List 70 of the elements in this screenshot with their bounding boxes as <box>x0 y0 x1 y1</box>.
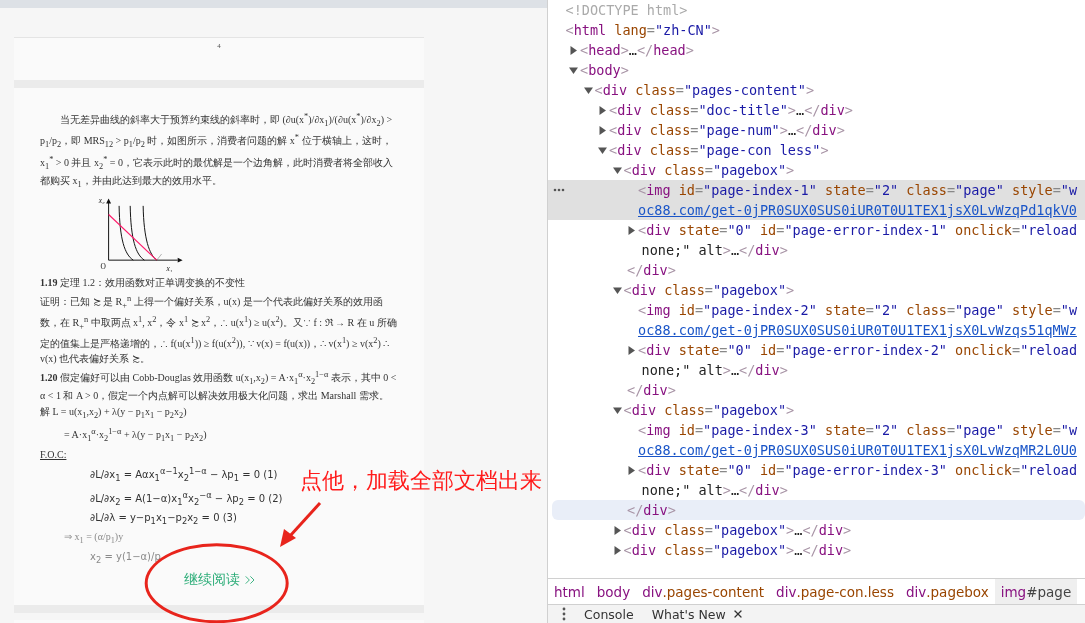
caret-right-icon[interactable] <box>627 345 636 355</box>
caret-right-icon[interactable] <box>612 525 622 535</box>
code-line[interactable]: none;" alt>…</div> <box>641 360 788 380</box>
code-line[interactable]: <div class="pagebox"> <box>623 280 795 300</box>
code-line[interactable]: <div class="pages-content"> <box>594 80 814 100</box>
formula: ∂L/∂x$_{2}$ = A(1−α)x$_{1}$$^{α}$x$_{2}$$^{−α}$ − λp$_{2}$ = 0 (2) <box>89 488 283 509</box>
code-line[interactable]: <head>…</head> <box>580 40 694 60</box>
breadcrumb-item[interactable]: div.pagebox <box>899 579 995 604</box>
code-line[interactable]: <div class="pagebox">…</div> <box>623 520 852 540</box>
caret-right-icon[interactable] <box>569 45 578 55</box>
indifference-curve <box>118 205 134 261</box>
formula: 解 L = u(x$_{1}$,x$_{2}$) + λ(y − p$_{1}$x$_{1}$ − p$_{2}$x$_{2}$) <box>40 405 187 422</box>
selected-row[interactable]: <img id="page-index-1" state="2" class="page" style="w oc88.com/get-0jPR0SUX0SUS0iUR0T0U1TEX1jsX0LvWzqPd1qkV0 <box>548 180 1085 220</box>
caret-down-icon[interactable] <box>598 145 607 155</box>
more-vertical-icon[interactable] <box>562 607 566 621</box>
caret-right-icon[interactable] <box>598 125 607 135</box>
url-link[interactable]: oc88.com/get-0jPR0SUX0SUS0iUR0T0U1TEX1jsX0LvWzqMR2L0U0 <box>638 440 1077 460</box>
caret-right-icon[interactable] <box>627 225 636 235</box>
url-link[interactable]: oc88.com/get-0jPR0SUX0SUS0iUR0T0U1TEX1jsX0LvWzqs51qMWz <box>638 320 1077 340</box>
formula: x$_{2}$ = y(1−α)/p <box>89 550 161 567</box>
url-link[interactable]: oc88.com/get-0jPR0SUX0SUS0iUR0T0U1TEX1jsX0LvWzqPd1qkV0 <box>638 200 1077 220</box>
code-line[interactable]: <html lang="zh-CN"> <box>565 20 720 40</box>
caret-down-icon[interactable] <box>569 65 578 75</box>
code-line[interactable]: <div state="0" id="page-error-index-1" onclick="reload <box>638 220 1078 240</box>
caret-right-icon[interactable] <box>612 545 622 555</box>
formula: ⇒ x$_{1}$ = (α/p$_{1}$)y <box>63 530 124 547</box>
formula: ∂L/∂λ = y−p$_{1}$x$_{1}$−p$_{2}$x$_{2}$ = 0 (3) <box>89 511 237 528</box>
code-line[interactable]: <body> <box>580 60 629 80</box>
caret-right-icon[interactable] <box>598 105 607 115</box>
indifference-curve <box>129 205 145 261</box>
breadcrumb-item[interactable]: img#page <box>994 579 1078 604</box>
code-line[interactable]: <div class="page-num">…</div> <box>609 120 845 140</box>
breadcrumb-item[interactable]: html <box>548 579 591 604</box>
drawer-tab[interactable]: Console <box>584 606 634 622</box>
paragraph: 1.19 定理 1.2：效用函数对正单调变换的不变性 <box>40 275 245 290</box>
code-line[interactable]: none;" alt>…</div> <box>641 480 788 500</box>
code-line[interactable]: <img id="page-index-3" state="2" class="page" style="w <box>638 420 1078 440</box>
code-line[interactable]: <div class="pagebox"> <box>623 160 795 180</box>
budget-line <box>108 213 158 261</box>
breadcrumb-item[interactable]: div.pages-content <box>636 579 771 604</box>
formula: ∂L/∂x$_{1}$ = Aαx$_{1}$$^{α−1}$x$_{2}$$^{1−α}$ − λp$_{1}$ = 0 (1) <box>89 465 278 486</box>
caret-down-icon[interactable] <box>612 285 622 295</box>
paragraph: 1.20 假定偏好可以由 Cobb-Douglas 效用函数 u(x$_{1}$,x$_{2}$) = A·x$_{1}$$^{α}$·x$_{2}$$^{1−α}$ 表示，其中 0 < α < 1 和 A > 0，假定一个内点解可以解决效用极大化问题，求出 Marshall 需求。 <box>40 368 398 403</box>
paragraph: 当无差异曲线的斜率大于预算约束线的斜率时，即 (∂u(x$^{*}$)/∂x$_{1}$)/(∂u(x$^{*}$)/∂x$_{2}$) > p$_{1}$/p$_{2}$，即 MRS$_{12}$ > p$_{1}$/p$_{2}$ 时，如图所示，消费者问题的解 x$^{*}$ 位于横轴上，这时，x$_{1}$$^{*}$ > 0 并且 x$_{2}$$^{*}$ = 0，它表示此时的最优解是一个边角解，此时消费者将全部收入都购买 x$_{1}$，并由此达到最大的效用水平。 <box>40 111 394 191</box>
code-line[interactable]: </div> <box>627 260 676 280</box>
more-icon[interactable] <box>553 188 565 192</box>
code-line[interactable]: <img id="page-index-1" state="2" class="page" style="w <box>638 180 1078 200</box>
drawer-tab[interactable]: What's New <box>651 606 744 622</box>
code-line[interactable]: <div state="0" id="page-error-index-2" onclick="reload <box>638 340 1078 360</box>
code-line[interactable]: <div class="page-con less"> <box>609 140 829 160</box>
code-line[interactable]: <img id="page-index-2" state="2" class="page" style="w <box>638 300 1078 320</box>
code-line[interactable]: </div> <box>627 500 676 520</box>
code-line[interactable]: none;" alt>…</div> <box>641 240 788 260</box>
code-line[interactable]: <div class="pagebox"> <box>623 400 795 420</box>
code-line[interactable]: <div state="0" id="page-error-index-3" onclick="reload <box>638 460 1078 480</box>
code-line[interactable]: </div> <box>627 380 676 400</box>
paragraph: 证明：已知 ≿ 是 R$_{+}$$^{n}$ 上得一个偏好关系，u(x) 是一个代表此偏好关系的效用函数，在 R$_{+}$$^{n}$ 中取两点 x$^{1}$, x$^{2}$，令 x$^{1}$ ≿ x$^{2}$，∴ u(x$^{1}$) ≥ u(x$^{2}$)。又∵ f : ℜ → R 在 u 所确定的值集上是严格递增的，∴ f(u(x$^{1}$)) ≥ f(u(x$^{2}$)), ∵ v(x) = f(u(x))，∴ v(x$^{1}$) ≥ v(x$^{2}$) ∴ v(x) 也代表偏好关系 ≿。 <box>40 292 398 366</box>
formula: = A·x$_{1}$$^{α}$·x$_{2}$$^{1−α}$ + λ(y − p$_{1}$x$_{1}$ − p$_{2}$x$_{2}$) <box>63 426 207 446</box>
tick-mark <box>156 253 162 261</box>
caret-down-icon[interactable] <box>583 85 593 95</box>
section-label: F.O.C: <box>40 448 67 463</box>
caret-down-icon[interactable] <box>612 405 622 415</box>
code-line[interactable]: <div class="pagebox">…</div> <box>623 540 852 560</box>
annotation-text: 点他，加载全部文档出来 <box>300 467 542 495</box>
breadcrumb-item[interactable]: div.page-con.less <box>770 579 900 604</box>
hovered-row[interactable]: </div> <box>552 500 1085 520</box>
breadcrumb-item[interactable]: body <box>590 579 637 604</box>
code-line[interactable]: <div class="doc-title">…</div> <box>609 100 853 120</box>
caret-down-icon[interactable] <box>612 165 622 175</box>
caret-right-icon[interactable] <box>627 465 636 475</box>
